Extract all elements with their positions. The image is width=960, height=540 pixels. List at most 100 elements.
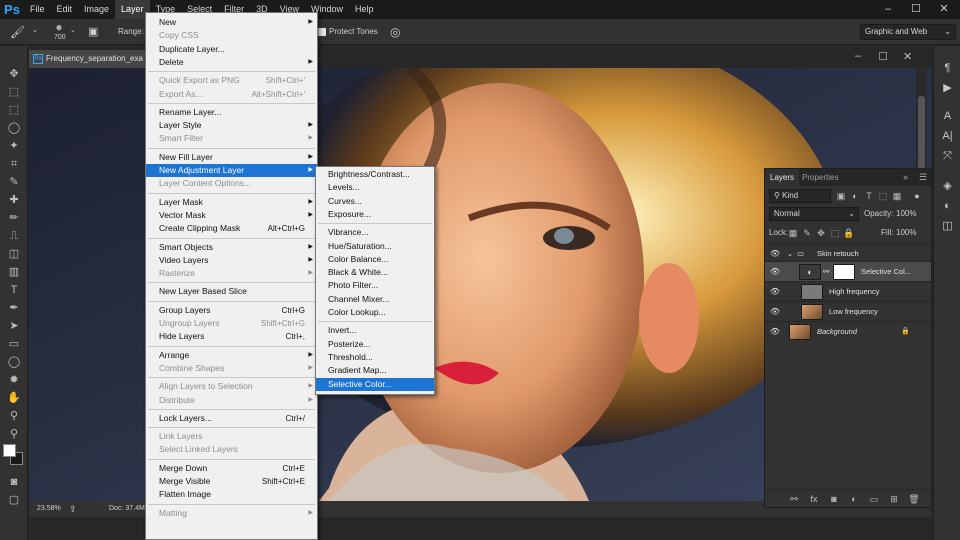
brush-tool-icon[interactable]: ✏ [4, 210, 24, 226]
document-tab[interactable]: Ps Frequency_separation_exa [29, 50, 147, 68]
link-layers-icon[interactable]: ⚯ [787, 492, 801, 506]
hand-tool-icon[interactable]: ✋ [4, 390, 24, 406]
layer-row-selective-col[interactable]: 👁 ◐ ⚯ Selective Col... [765, 261, 931, 281]
menu-item-smart-objects[interactable]: Smart Objects ▶ [146, 241, 317, 254]
pen-tool-icon[interactable]: ✒ [4, 300, 24, 316]
zoom-tool-icon[interactable]: ⚲ [4, 408, 24, 424]
menu-item-black-white[interactable]: Black & White... [316, 266, 434, 279]
dodge-tool-icon[interactable]: 🖌 [10, 19, 25, 45]
menu-item-posterize[interactable]: Posterize... [316, 338, 434, 351]
mask-link-icon[interactable]: ⚯ [823, 262, 829, 282]
menu-item-group-layers[interactable]: Group Layers Ctrl+G [146, 304, 317, 317]
layer-name[interactable]: Low frequency [829, 302, 878, 322]
gradient-tool-icon[interactable]: ▥ [4, 264, 24, 280]
eraser-tool-icon[interactable]: ◫ [4, 246, 24, 262]
foreground-color-swatch[interactable] [3, 444, 16, 457]
menu-file[interactable]: File [24, 0, 51, 19]
menu-item-invert[interactable]: Invert... [316, 324, 434, 337]
lock-all-icon[interactable]: 🔒 [843, 226, 855, 240]
dodge-tool-icon[interactable]: ⚲ [4, 426, 24, 442]
minimize-button[interactable]: – [874, 0, 902, 19]
layer-name[interactable]: Background [817, 322, 857, 342]
layer-row-low-frequency[interactable]: 👁 Low frequency [765, 301, 931, 321]
screen-mode-icon[interactable]: ▢ [4, 492, 24, 508]
menu-item-photo-filter[interactable]: Photo Filter... [316, 279, 434, 292]
filter-adjustment-icon[interactable]: ◐ [849, 189, 861, 203]
layer-name[interactable]: Selective Col... [861, 262, 911, 282]
menu-item-channel-mixer[interactable]: Channel Mixer... [316, 293, 434, 306]
play-icon[interactable]: ▶ [938, 80, 957, 96]
lock-transparent-icon[interactable]: ▦ [787, 226, 799, 240]
menu-item-video-layers[interactable]: Video Layers ▶ [146, 254, 317, 267]
menu-item-layer-mask[interactable]: Layer Mask ▶ [146, 196, 317, 209]
menu-item-lock-layers[interactable]: Lock Layers... Ctrl+/ [146, 412, 317, 425]
type-tool-icon[interactable]: T [4, 282, 24, 298]
filter-smart-object-icon[interactable]: ▦ [891, 189, 903, 203]
menu-item-hide-layers[interactable]: Hide Layers Ctrl+, [146, 330, 317, 343]
layer-mask-thumbnail[interactable] [833, 264, 855, 280]
visibility-eye-icon[interactable]: 👁 [769, 306, 781, 318]
lasso-tool-icon[interactable]: ◯ [4, 120, 24, 136]
path-selection-tool-icon[interactable]: ➤ [4, 318, 24, 334]
share-icon[interactable]: ⇪ [69, 501, 77, 517]
visibility-eye-icon[interactable]: 👁 [769, 286, 781, 298]
menu-item-duplicate-layer[interactable]: Duplicate Layer... [146, 43, 317, 56]
healing-brush-tool-icon[interactable]: ✚ [4, 192, 24, 208]
fill-value[interactable]: 100% [896, 226, 916, 240]
menu-item-merge-down[interactable]: Merge Down Ctrl+E [146, 462, 317, 475]
menu-item-color-balance[interactable]: Color Balance... [316, 253, 434, 266]
collapse-panel-icon[interactable]: » [903, 169, 908, 186]
menu-item-layer-style[interactable]: Layer Style ▶ [146, 119, 317, 132]
add-mask-icon[interactable]: ◙ [827, 492, 841, 506]
menu-item-hue-saturation[interactable]: Hue/Saturation... [316, 240, 434, 253]
layer-row-high-frequency[interactable]: 👁 High frequency [765, 281, 931, 301]
doc-minimize-icon[interactable]: – [855, 50, 861, 64]
marquee-tool-icon[interactable]: ⬚ [4, 102, 24, 118]
layers-icon[interactable]: ◈ [938, 178, 957, 194]
fx-icon[interactable]: fx [807, 492, 821, 506]
quick-mask-icon[interactable]: ◙ [4, 474, 24, 490]
layer-name[interactable]: High frequency [829, 282, 879, 302]
crop-tool-icon[interactable]: ⌗ [4, 156, 24, 172]
eyedropper-tool-icon[interactable]: ✎ [4, 174, 24, 190]
filter-kind-select[interactable]: ⚲ Kind [769, 189, 831, 203]
filter-pixel-icon[interactable]: ▣ [835, 189, 847, 203]
maximize-button[interactable]: ☐ [902, 0, 930, 19]
paragraph-icon[interactable]: ¶ [938, 60, 957, 76]
magic-wand-tool-icon[interactable]: ✦ [4, 138, 24, 154]
menu-item-vector-mask[interactable]: Vector Mask ▶ [146, 209, 317, 222]
tab-properties[interactable]: Properties [797, 169, 843, 186]
custom-shape-tool-icon[interactable]: ✹ [4, 372, 24, 388]
filter-shape-icon[interactable]: ⬚ [877, 189, 889, 203]
brush-chevron-icon[interactable]: ⌄ [32, 18, 38, 44]
brush-picker-chevron-icon[interactable]: ⌄ [70, 18, 76, 44]
lock-artboard-icon[interactable]: ⬚ [829, 226, 841, 240]
filter-type-icon[interactable]: T [863, 189, 875, 203]
menu-item-delete[interactable]: Delete ▶ [146, 56, 317, 69]
move-tool-icon[interactable]: ✥ [4, 66, 24, 82]
menu-item-threshold[interactable]: Threshold... [316, 351, 434, 364]
pressure-icon[interactable]: ◎ [390, 19, 400, 45]
delete-layer-icon[interactable]: 🗑 [907, 492, 921, 506]
menu-item-flatten-image[interactable]: Flatten Image [146, 488, 317, 501]
menu-image[interactable]: Image [78, 0, 115, 19]
menu-item-gradient-map[interactable]: Gradient Map... [316, 364, 434, 377]
filter-toggle-icon[interactable]: ● [911, 189, 923, 203]
menu-item-selective-color[interactable]: Selective Color... [316, 377, 434, 391]
menu-item-arrange[interactable]: Arrange ▶ [146, 349, 317, 362]
adjustments-icon[interactable]: ◐ [938, 198, 957, 214]
blend-mode-select[interactable]: Normal ⌄ [769, 207, 859, 221]
menu-item-color-lookup[interactable]: Color Lookup... [316, 306, 434, 319]
clone-stamp-tool-icon[interactable]: ⎍ [4, 228, 24, 244]
tab-layers[interactable]: Layers [765, 169, 800, 186]
lock-position-icon[interactable]: ✥ [815, 226, 827, 240]
menu-item-new[interactable]: New ▶ [146, 16, 317, 29]
panel-menu-icon[interactable]: ☰ [919, 169, 927, 186]
new-layer-icon[interactable]: ⊞ [887, 492, 901, 506]
menu-item-new-layer-based-slice[interactable]: New Layer Based Slice [146, 285, 317, 298]
character-icon[interactable]: A| [938, 128, 957, 144]
visibility-eye-icon[interactable]: 👁 [769, 266, 781, 278]
menu-item-rename-layer[interactable]: Rename Layer... [146, 106, 317, 119]
layer-row-skin-retouch[interactable]: 👁 ⌄ ▭ Skin retouch [765, 243, 931, 263]
visibility-eye-icon[interactable]: 👁 [769, 326, 781, 338]
